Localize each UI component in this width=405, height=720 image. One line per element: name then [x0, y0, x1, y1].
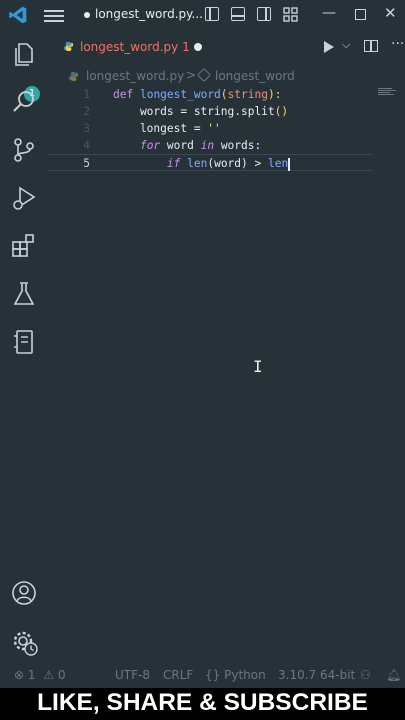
minimize-icon[interactable]: — [322, 5, 336, 21]
code-editor[interactable]: 1 def longest_word(string): 2 words = st… [48, 86, 405, 662]
notebook-icon[interactable] [10, 328, 38, 356]
feedback-icon[interactable]: ⚇ [360, 668, 371, 682]
text-cursor [288, 157, 290, 171]
search-icon[interactable] [10, 88, 38, 116]
code-line[interactable]: 1 def longest_word(string): [48, 86, 405, 103]
chevron-down-icon[interactable]: ⌵ [342, 38, 350, 52]
notifications-bell-icon[interactable]: 🔔︎ [386, 668, 401, 682]
error-icon: ⊗ [14, 668, 25, 682]
eol-status[interactable]: CRLF [163, 668, 193, 682]
testing-icon[interactable] [10, 280, 38, 308]
breadcrumb-separator: > [186, 68, 197, 82]
run-debug-icon[interactable] [10, 184, 38, 212]
breadcrumb-symbol[interactable]: longest_word [215, 69, 295, 83]
editor-tab-bar: longest_word.py 1 ⌵ ··· [48, 30, 405, 65]
tab-label: longest_word.py 1 [80, 40, 190, 54]
breadcrumb: longest_word.py > longest_word [48, 66, 405, 86]
problems-status[interactable]: ⊗ 1 ⚠ 0 [14, 668, 66, 682]
code-line[interactable]: 2 words = string.split() [48, 103, 405, 120]
maximize-icon[interactable] [355, 9, 366, 20]
banner-text: LIKE, SHARE & SUBSCRIBE [37, 689, 368, 716]
settings-gear-icon[interactable] [10, 628, 38, 656]
title-bar: longest_word.py... — ✕ [0, 0, 405, 30]
python-icon [68, 71, 79, 82]
python-icon [63, 41, 74, 52]
panel-toggle-icon[interactable] [231, 7, 245, 21]
unsaved-dot-icon[interactable] [194, 43, 202, 51]
language-status[interactable]: {} Python [205, 668, 266, 682]
hamburger-menu-icon[interactable] [44, 7, 64, 23]
account-icon[interactable] [10, 579, 38, 607]
window-title: longest_word.py... [84, 7, 203, 21]
extensions-icon[interactable] [10, 232, 38, 260]
run-python-icon[interactable] [324, 41, 334, 53]
breadcrumb-file[interactable]: longest_word.py [86, 69, 184, 83]
encoding-status[interactable]: UTF-8 [115, 668, 150, 682]
source-control-icon[interactable] [10, 136, 38, 164]
explorer-icon[interactable] [10, 40, 38, 68]
vscode-logo-icon[interactable] [8, 5, 28, 25]
warning-icon: ⚠ [43, 668, 55, 682]
layout-grid-icon[interactable] [283, 7, 298, 22]
code-line[interactable]: 3 longest = '' [48, 120, 405, 137]
code-line-active[interactable]: 5 if len(word) > len [48, 154, 373, 171]
code-line[interactable]: 4 for word in words: [48, 137, 405, 154]
subscribe-banner: LIKE, SHARE & SUBSCRIBE [0, 688, 405, 720]
status-bar: ⊗ 1 ⚠ 0 UTF-8 CRLF {} Python 3.10.7 64-b… [0, 662, 405, 688]
sidebar-toggle-icon[interactable] [205, 7, 219, 21]
braces-icon: {} [205, 668, 221, 682]
ibeam-cursor-icon: I [253, 357, 263, 376]
secondary-sidebar-icon[interactable] [257, 7, 271, 21]
close-icon[interactable]: ✕ [384, 4, 397, 22]
split-editor-icon[interactable] [364, 40, 378, 52]
symbol-method-icon [196, 67, 212, 83]
unsaved-dot-icon [84, 11, 90, 18]
more-actions-icon[interactable]: ··· [391, 36, 404, 52]
tab-longest-word[interactable]: longest_word.py 1 [48, 30, 216, 65]
activity-bar: 1 [0, 30, 48, 662]
interpreter-status[interactable]: 3.10.7 64-bit [278, 668, 355, 682]
